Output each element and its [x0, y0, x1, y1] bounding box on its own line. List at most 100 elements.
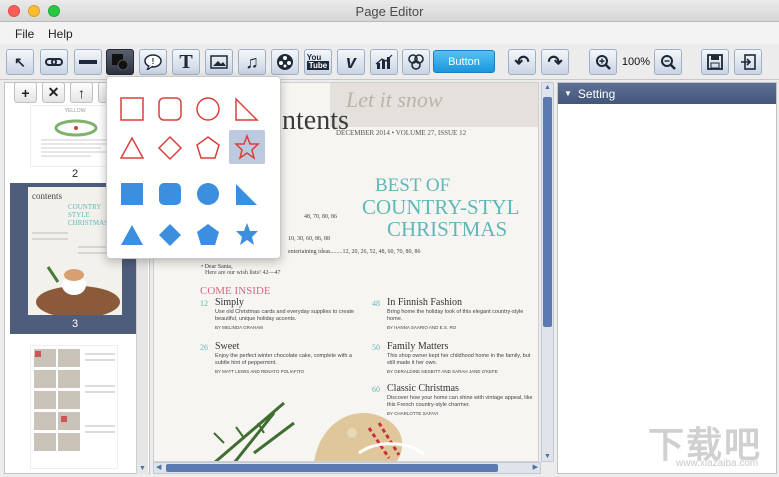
toolbar: ↖ ! T ♫ You Tube v Button ↶ ↷ 100% — [0, 44, 779, 80]
article-page-number: 48 — [372, 299, 380, 308]
comment-tool-button[interactable]: ! — [139, 49, 167, 75]
line-tool-button[interactable] — [74, 49, 102, 75]
come-inside-heading: COME INSIDE — [200, 285, 271, 297]
scroll-down-icon[interactable]: ▼ — [139, 465, 146, 472]
text-icon: T — [179, 50, 193, 73]
line-icon — [79, 60, 97, 64]
rounded-rect-outline-icon[interactable] — [158, 97, 182, 121]
redo-icon: ↷ — [547, 51, 563, 72]
scroll-left-icon[interactable]: ◀ — [156, 463, 161, 471]
chart-tool-button[interactable] — [370, 49, 398, 75]
link-icon — [45, 58, 63, 66]
cover-photo-text: Let it snow — [346, 87, 443, 112]
christmas-title: CHRISTMAS — [387, 217, 508, 241]
article-page-number: 12 — [200, 299, 208, 308]
article-byline: BY GERALDINE NESBITT AND SARAH JANE O'KE… — [387, 369, 498, 374]
rectangle-outline-icon[interactable] — [120, 97, 144, 121]
collapse-arrow-icon[interactable]: ▼ — [564, 89, 572, 98]
toc-line-3: entertaining ideas........12, 20, 26, 52… — [288, 249, 421, 255]
diamond-filled-icon[interactable] — [159, 224, 181, 246]
triangle-filled-icon[interactable] — [121, 225, 143, 245]
gallery-icon — [408, 54, 424, 70]
article-byline: BY MATT LEWIS AND RENATO POLIAFITO — [215, 369, 305, 374]
zoom-out-icon — [661, 55, 676, 70]
chart-icon — [375, 54, 393, 69]
article-byline: BY HANNA SAARIO AND E.S. RO — [387, 325, 457, 330]
audio-tool-button[interactable]: ♫ — [238, 49, 266, 75]
zoom-in-button[interactable] — [589, 49, 617, 75]
article-description: Bring home the holiday look of this eleg… — [387, 309, 524, 322]
vertical-scroll-thumb[interactable] — [543, 97, 552, 327]
diamond-outline-icon[interactable] — [157, 135, 183, 161]
add-page-button[interactable]: + — [14, 82, 37, 103]
title-bar: Page Editor — [0, 0, 779, 22]
save-icon — [707, 54, 723, 70]
insert-button-tool[interactable]: Button — [433, 50, 495, 73]
canvas-horizontal-scrollbar[interactable]: ◀ ▶ — [153, 462, 541, 474]
watermark-url: www.xiazaiba.com — [676, 458, 759, 469]
zoom-out-button[interactable] — [654, 49, 682, 75]
text-tool-button[interactable]: T — [172, 49, 200, 75]
article-title: Family Matters — [387, 341, 449, 352]
cookie-and-pine-photo — [213, 401, 426, 461]
wish-list-line: Here are our wish lists! 42—47 — [205, 270, 281, 276]
right-triangle-filled-icon[interactable] — [236, 184, 257, 205]
horizontal-scroll-thumb[interactable] — [166, 464, 498, 472]
video-tool-button[interactable] — [271, 49, 299, 75]
article-page-number: 26 — [200, 343, 208, 352]
settings-header[interactable]: ▼ Setting — [558, 83, 776, 104]
star-filled-icon[interactable] — [236, 223, 258, 245]
page-thumbnail-4[interactable] — [10, 341, 140, 471]
export-icon — [741, 54, 756, 70]
pentagon-outline-icon[interactable] — [196, 136, 220, 159]
article-title: In Finnish Fashion — [387, 297, 463, 308]
shapes-popup — [106, 76, 281, 259]
menu-help[interactable]: Help — [48, 27, 73, 41]
video-icon — [277, 54, 293, 70]
link-tool-button[interactable] — [40, 49, 68, 75]
redo-button[interactable]: ↷ — [541, 49, 569, 75]
page-number-3: 3 — [71, 318, 79, 330]
shape-tool-button[interactable] — [106, 49, 134, 75]
page-4-preview — [30, 345, 118, 469]
save-button[interactable] — [701, 49, 729, 75]
scroll-down-icon[interactable]: ▼ — [544, 453, 551, 460]
canvas-vertical-scrollbar[interactable]: ▲ ▼ — [541, 82, 554, 462]
triangle-outline-icon[interactable] — [119, 136, 145, 159]
vimeo-icon: v — [345, 51, 356, 72]
issue-line: DECEMBER 2014 • VOLUME 27, ISSUE 12 — [336, 129, 467, 137]
article-page-number: 50 — [372, 343, 380, 352]
pentagon-filled-icon[interactable] — [197, 224, 219, 245]
window-title: Page Editor — [355, 4, 424, 19]
scroll-right-icon[interactable]: ▶ — [533, 463, 538, 471]
vimeo-tool-button[interactable]: v — [337, 49, 365, 75]
rounded-rect-filled-icon[interactable] — [159, 183, 181, 205]
delete-page-button[interactable]: ✕ — [42, 82, 65, 103]
circle-outline-icon[interactable] — [196, 97, 220, 121]
article-description: Enjoy the perfect winter chocolate cake,… — [215, 353, 352, 366]
circle-filled-icon[interactable] — [197, 183, 219, 205]
page-4-thumb-art — [34, 349, 115, 451]
rectangle-filled-icon[interactable] — [121, 183, 143, 205]
youtube-tool-button[interactable]: You Tube — [304, 49, 332, 75]
gallery-tool-button[interactable] — [402, 49, 430, 75]
zoom-level: 100% — [621, 56, 651, 68]
right-triangle-outline-icon[interactable] — [235, 97, 259, 121]
toc-line-1: 48, 70, 80, 86 — [304, 214, 337, 220]
settings-title: Setting — [577, 86, 616, 101]
export-button[interactable] — [734, 49, 762, 75]
image-tool-button[interactable] — [205, 49, 233, 75]
article-description: Use old Christmas cards and everyday sup… — [215, 309, 355, 322]
menu-file[interactable]: File — [15, 27, 34, 41]
select-cursor-icon: ↖ — [14, 53, 26, 70]
article-title: Simply — [215, 297, 244, 308]
select-tool-button[interactable]: ↖ — [6, 49, 34, 75]
image-icon — [210, 55, 228, 69]
menu-bar: File Help — [0, 22, 779, 44]
undo-button[interactable]: ↶ — [508, 49, 536, 75]
shape-icon — [112, 54, 129, 71]
move-page-up-button[interactable]: ↑ — [70, 82, 93, 103]
scroll-up-icon[interactable]: ▲ — [544, 84, 551, 91]
music-icon: ♫ — [245, 51, 259, 72]
article-description: This shop owner kept her childhood home … — [387, 353, 531, 366]
